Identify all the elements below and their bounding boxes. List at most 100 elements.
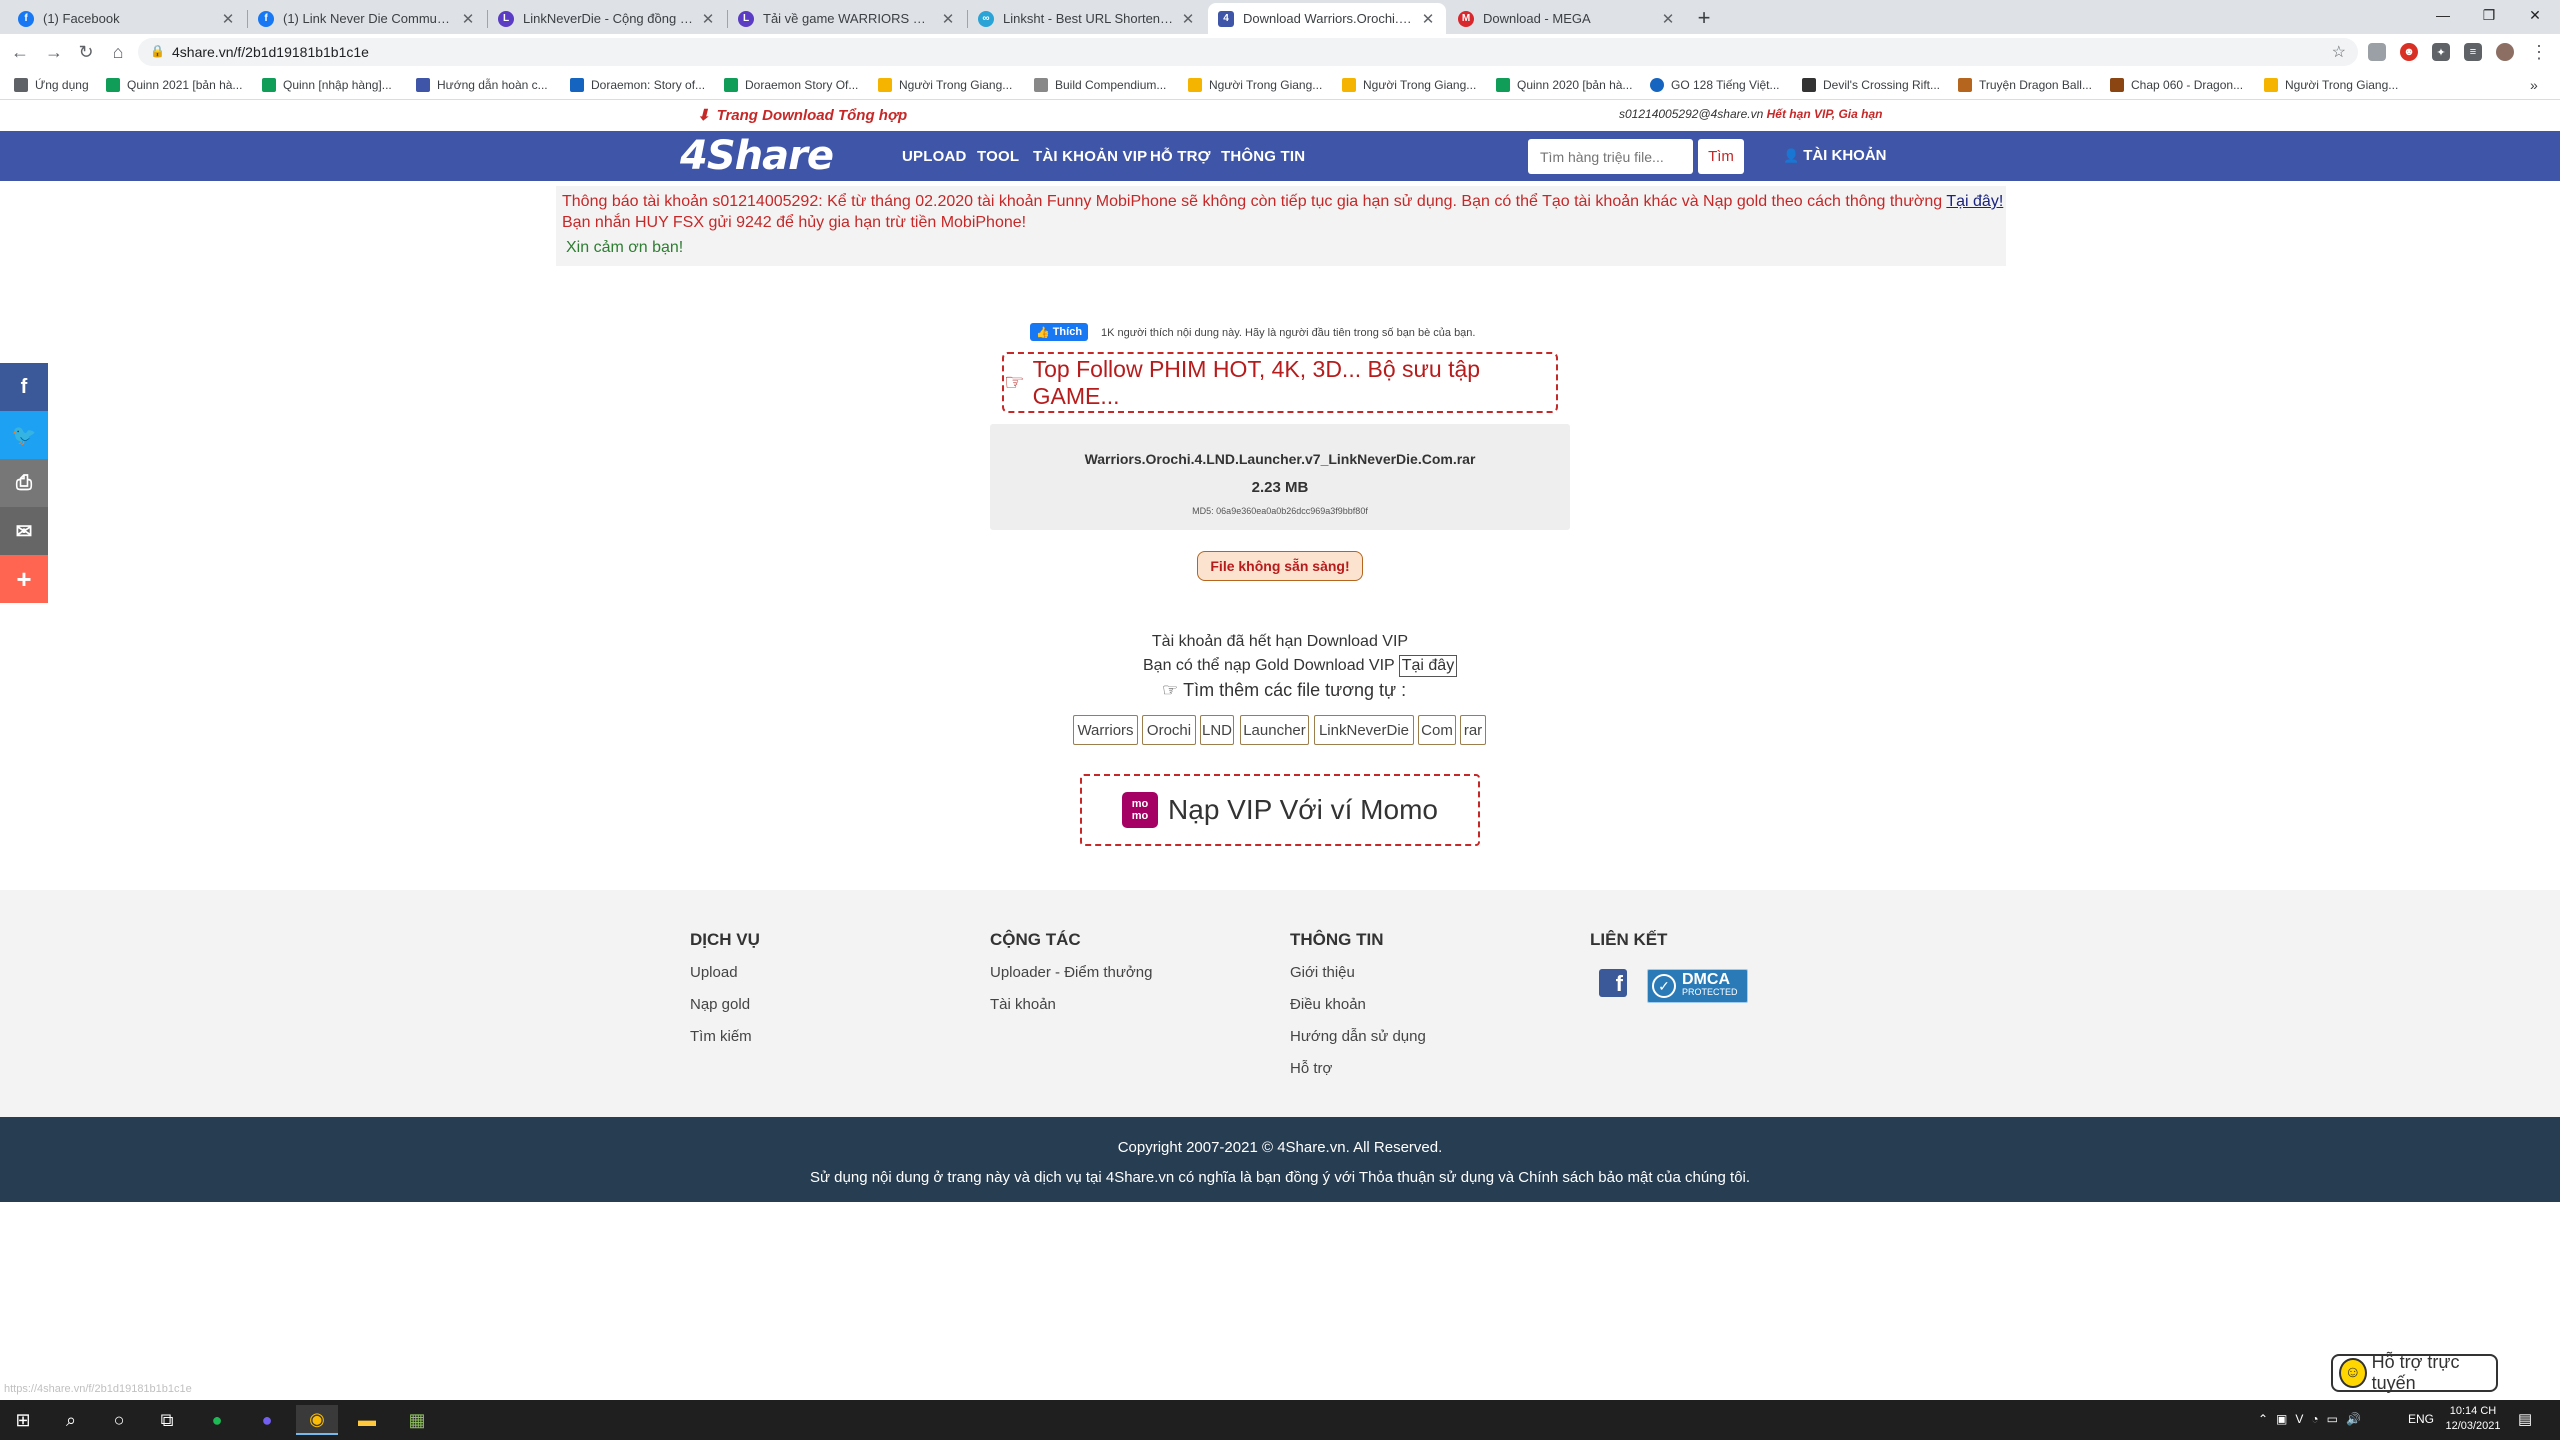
momo-vip-button[interactable]: mo mo Nạp VIP Với ví Momo [1080,774,1480,846]
tag-orochi[interactable]: Orochi [1142,715,1196,745]
app-icon[interactable]: ▦ [396,1405,438,1435]
cortana-icon[interactable]: ○ [98,1405,140,1435]
search-button[interactable]: Tìm [1698,139,1744,174]
dmca-badge[interactable]: ✓ DMCA PROTECTED [1647,969,1748,1003]
account-status-link[interactable]: Hết hạn VIP, Gia hạn [1767,107,1883,121]
support-chat-button[interactable]: ☺ Hỗ trợ trực tuyến [2331,1352,2498,1393]
search-icon[interactable]: ⌕ [50,1405,92,1435]
fb-like-button[interactable]: 👍 Thích [1030,323,1089,341]
task-view-icon[interactable]: ⧉ [146,1405,188,1435]
footer-link-guide[interactable]: Hướng dẫn sử dụng [1290,1028,1426,1045]
bookmark-item[interactable]: Hướng dẫn hoàn c... [416,76,548,94]
vip-recharge-link[interactable]: Tại đây [1398,655,1458,677]
more-bookmarks-icon[interactable]: » [2530,76,2538,94]
footer-link-account[interactable]: Tài khoản [990,996,1056,1013]
file-explorer-icon[interactable]: ▬ [346,1405,388,1435]
nav-info[interactable]: THÔNG TIN [1221,148,1305,165]
tab-mega[interactable]: M Download - MEGA ✕ [1448,3,1686,34]
tag-launcher[interactable]: Launcher [1240,715,1309,745]
close-tab-icon[interactable]: ✕ [940,10,956,28]
bookmark-item[interactable]: Build Compendium... [1034,76,1166,94]
close-window-button[interactable]: ✕ [2512,0,2558,30]
close-tab-icon[interactable]: ✕ [220,10,236,28]
menu-dots-icon[interactable]: ⋮ [2530,42,2548,63]
language-indicator[interactable]: ENG [2408,1412,2434,1426]
close-tab-icon[interactable]: ✕ [460,10,476,28]
search-input[interactable] [1528,139,1693,174]
nav-tool[interactable]: TOOL [977,148,1019,165]
top-follow-banner[interactable]: ☞ Top Follow PHIM HOT, 4K, 3D... Bộ sưu … [1002,352,1558,413]
viber-icon[interactable]: ● [246,1405,288,1435]
clock[interactable]: 10:14 CH 12/03/2021 [2443,1404,2503,1434]
site-logo[interactable]: 4Share [680,133,834,179]
more-share-icon[interactable]: + [0,555,48,603]
tag-com[interactable]: Com [1418,715,1456,745]
footer-link-search[interactable]: Tìm kiếm [690,1028,752,1045]
bookmark-item[interactable]: Quinn [nhập hàng]... [262,76,392,94]
bookmark-item[interactable]: Chap 060 - Dragon... [2110,76,2243,94]
home-icon[interactable]: ⌂ [104,38,132,66]
extension-icon[interactable]: ☻ [2400,43,2418,61]
bookmark-item[interactable]: Doraemon: Story of... [570,76,705,94]
nav-support[interactable]: HỖ TRỢ [1150,148,1211,165]
bookmark-star-icon[interactable]: ☆ [2332,42,2346,62]
new-tab-button[interactable]: + [1690,4,1718,32]
file-status-button[interactable]: File không sẵn sàng! [1197,551,1363,581]
twitter-share-icon[interactable]: 🐦 [0,411,48,459]
bookmark-item[interactable]: Quinn 2021 [bản hà... [106,76,242,94]
tag-rar[interactable]: rar [1460,715,1486,745]
download-hub-link[interactable]: ⬇ Trang Download Tổng hợp [697,106,907,125]
tag-linkneverdie[interactable]: LinkNeverDie [1314,715,1414,745]
bookmark-apps[interactable]: Ứng dụng [14,76,89,94]
back-icon[interactable]: ← [6,38,34,66]
bookmark-item[interactable]: Devil's Crossing Rift... [1802,76,1940,94]
notification-icon[interactable]: ▤ [2518,1410,2532,1428]
footer-link-terms[interactable]: Điều khoản [1290,996,1366,1013]
close-tab-icon[interactable]: ✕ [1180,10,1196,28]
close-tab-icon[interactable]: ✕ [1660,10,1676,28]
tab-linksht[interactable]: ∞ Linksht - Best URL Shortener To E ✕ [968,3,1206,34]
email-share-icon[interactable]: ✉ [0,507,48,555]
footer-link-uploader[interactable]: Uploader - Điểm thưởng [990,964,1152,981]
reload-icon[interactable]: ↻ [72,38,100,66]
tab-facebook[interactable]: f (1) Facebook ✕ [8,3,246,34]
tag-warriors[interactable]: Warriors [1073,715,1138,745]
close-tab-icon[interactable]: ✕ [1420,10,1436,28]
bookmark-item[interactable]: Quinn 2020 [bản hà... [1496,76,1632,94]
profile-avatar[interactable] [2496,43,2514,61]
bookmark-item[interactable]: Người Trong Giang... [2264,76,2398,94]
bookmark-item[interactable]: Truyện Dragon Ball... [1958,76,2092,94]
footer-link-support[interactable]: Hỗ trợ [1290,1060,1332,1077]
windows-start-icon[interactable]: ⊞ [2,1405,44,1435]
bookmark-item[interactable]: GO 128 Tiếng Việt... [1650,76,1780,94]
print-share-icon[interactable]: ⎙ [0,459,48,507]
tag-lnd[interactable]: LND [1200,715,1234,745]
system-tray-icons[interactable]: ⌃▣V◔▭🔊 [2258,1412,2369,1426]
footer-link-about[interactable]: Giới thiệu [1290,964,1355,981]
nav-upload[interactable]: UPLOAD [902,148,967,165]
tab-linkneverdie[interactable]: L LinkNeverDie - Cộng đồng chia s ✕ [488,3,726,34]
close-tab-icon[interactable]: ✕ [700,10,716,28]
chrome-icon[interactable]: ◉ [296,1405,338,1435]
footer-link-upload[interactable]: Upload [690,964,738,981]
footer-link-gold[interactable]: Nạp gold [690,996,750,1013]
bookmark-item[interactable]: Doraemon Story Of... [724,76,858,94]
nav-vip-account[interactable]: TÀI KHOẢN VIP [1033,148,1147,165]
minimize-button[interactable]: — [2420,0,2466,30]
tab-lnd-community[interactable]: f (1) Link Never Die Community | A ✕ [248,3,486,34]
tab-warriors-orochi[interactable]: L Tải về game WARRIORS OROCHI ✕ [728,3,966,34]
facebook-share-icon[interactable]: f [0,363,48,411]
reading-list-icon[interactable]: ≡ [2464,43,2482,61]
forward-icon[interactable]: → [40,38,68,66]
extension-icon[interactable] [2368,43,2386,61]
bookmark-item[interactable]: Người Trong Giang... [1342,76,1476,94]
bookmark-item[interactable]: Người Trong Giang... [1188,76,1322,94]
bookmark-item[interactable]: Người Trong Giang... [878,76,1012,94]
address-bar[interactable]: 🔒 4share.vn/f/2b1d19181b1b1c1e ☆ [138,38,2358,66]
account-button[interactable]: 👤 TÀI KHOẢN [1783,147,1887,164]
notice-link[interactable]: Tại đây! [1946,193,2003,210]
footer-facebook-icon[interactable]: f [1599,969,1627,997]
puzzle-extensions-icon[interactable]: ✦ [2432,43,2450,61]
spotify-icon[interactable]: ● [196,1405,238,1435]
tab-download-warriors-active[interactable]: 4 Download Warriors.Orochi.4.LND ✕ [1208,3,1446,34]
